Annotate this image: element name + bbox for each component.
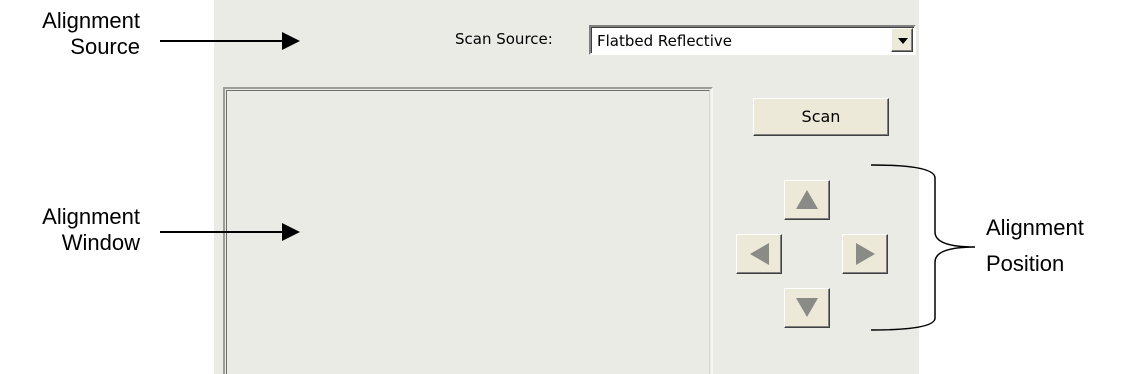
move-right-button[interactable] bbox=[842, 234, 888, 274]
chevron-down-icon bbox=[898, 38, 908, 44]
scan-alignment-panel: Scan Source: Flatbed Reflective Scan bbox=[214, 0, 919, 374]
dropdown-button[interactable] bbox=[891, 28, 913, 52]
move-down-button[interactable] bbox=[784, 288, 830, 328]
scan-source-value: Flatbed Reflective bbox=[597, 32, 732, 50]
triangle-up-icon bbox=[796, 190, 818, 209]
triangle-left-icon bbox=[750, 243, 769, 265]
move-left-button[interactable] bbox=[736, 234, 782, 274]
alignment-position-callout: Alignment Position bbox=[986, 215, 1121, 277]
scan-source-label: Scan Source: bbox=[455, 30, 553, 48]
alignment-window-callout: Alignment Window bbox=[0, 204, 140, 256]
callout-text: Position bbox=[986, 251, 1065, 276]
move-up-button[interactable] bbox=[784, 180, 830, 220]
alignment-window bbox=[223, 87, 713, 374]
scan-source-select[interactable]: Flatbed Reflective bbox=[589, 25, 916, 55]
triangle-down-icon bbox=[796, 298, 818, 317]
alignment-source-callout: Alignment Source bbox=[0, 8, 140, 60]
callout-text: Alignment bbox=[986, 215, 1084, 240]
scan-button[interactable]: Scan bbox=[753, 98, 889, 136]
triangle-right-icon bbox=[856, 243, 875, 265]
callout-text: Source bbox=[70, 34, 140, 59]
callout-text: Alignment bbox=[42, 8, 140, 33]
callout-text: Alignment bbox=[42, 204, 140, 229]
alignment-window-inner-frame bbox=[226, 90, 710, 374]
callout-text: Window bbox=[61, 230, 140, 255]
